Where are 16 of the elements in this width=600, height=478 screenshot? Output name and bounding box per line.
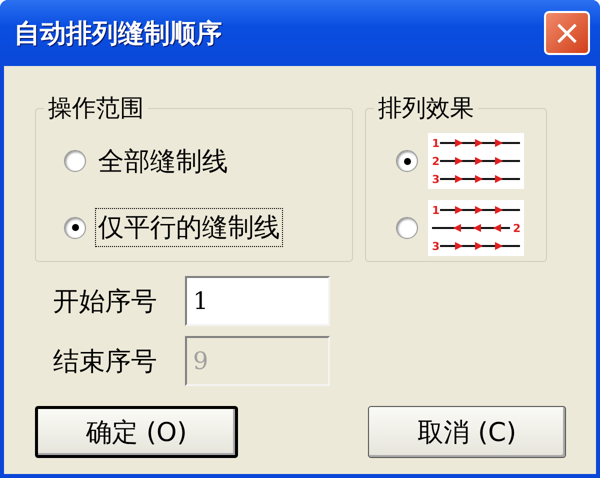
radio-label: 仅平行的缝制线 — [96, 209, 282, 246]
field-label: 开始序号 — [53, 286, 157, 318]
cancel-button[interactable]: 取消 (C) — [368, 406, 566, 458]
radio-button[interactable] — [64, 150, 86, 172]
number-field[interactable]: 1 — [185, 276, 330, 326]
radio-button[interactable] — [64, 216, 86, 239]
group-title: 操作范围 — [47, 93, 145, 124]
radio-button[interactable] — [396, 216, 418, 239]
window-title: 自动排列缝制顺序 — [14, 18, 222, 50]
radio-button[interactable] — [396, 150, 418, 172]
group-title: 排列效果 — [377, 93, 475, 124]
arrangement-pattern-icon: 1 2 3 — [428, 133, 524, 190]
ok-button[interactable]: 确定 (O) — [35, 406, 238, 458]
arrangement-pattern-icon: 1 2 3 — [428, 200, 524, 256]
radio-label: 全部缝制线 — [97, 146, 229, 179]
field-label: 结束序号 — [53, 346, 157, 378]
